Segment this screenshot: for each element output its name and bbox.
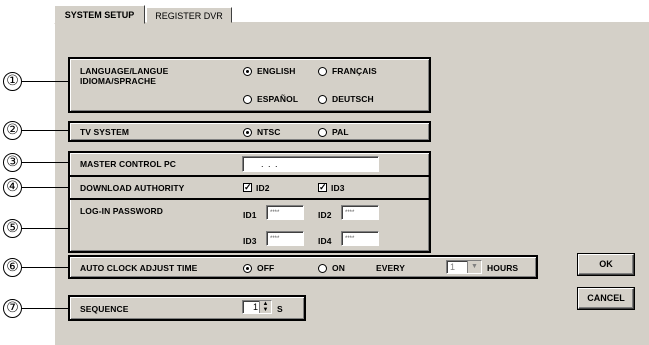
id3-label: ID3 bbox=[243, 236, 257, 246]
cancel-button[interactable]: CANCEL bbox=[578, 288, 634, 309]
sequence-stepper[interactable]: 1 ▲ ▼ bbox=[242, 300, 272, 314]
divider-1 bbox=[70, 175, 429, 177]
language-label: LANGUAGE/LANGUE IDIOMA/SPRACHE bbox=[80, 66, 169, 86]
radio-francais-label: FRANÇAIS bbox=[332, 66, 377, 76]
callout-4: ④ bbox=[3, 178, 22, 197]
password-id4-field[interactable]: **** bbox=[341, 231, 379, 246]
ok-button[interactable]: OK bbox=[578, 254, 634, 275]
callout-7-leader bbox=[22, 308, 68, 309]
auto-clock-label: AUTO CLOCK ADJUST TIME bbox=[80, 263, 198, 273]
radio-clock-off-label: OFF bbox=[257, 263, 275, 273]
password-id2-field[interactable]: **** bbox=[341, 205, 379, 220]
password-id3-field[interactable]: **** bbox=[266, 231, 304, 246]
callout-2: ② bbox=[3, 121, 22, 140]
radio-clock-on[interactable] bbox=[318, 264, 327, 273]
radio-clock-off[interactable] bbox=[243, 264, 252, 273]
checkbox-id2-label: ID2 bbox=[256, 183, 270, 193]
tab-system-setup[interactable]: SYSTEM SETUP bbox=[54, 5, 145, 24]
sequence-value: 1 bbox=[252, 302, 258, 312]
stepper-arrows-icon[interactable]: ▲ ▼ bbox=[259, 301, 271, 313]
checkbox-id2[interactable]: ✓ bbox=[243, 183, 252, 192]
callout-4-leader bbox=[22, 187, 68, 188]
radio-pal[interactable] bbox=[318, 128, 327, 137]
master-control-label: MASTER CONTROL PC bbox=[80, 159, 176, 169]
radio-espanol-label: ESPAÑOL bbox=[257, 94, 299, 104]
login-password-label: LOG-IN PASSWORD bbox=[80, 206, 164, 216]
callout-3: ③ bbox=[3, 153, 22, 172]
callout-7: ⑦ bbox=[3, 299, 22, 318]
sequence-label: SEQUENCE bbox=[80, 304, 129, 314]
radio-english[interactable] bbox=[243, 67, 252, 76]
password-id1-field[interactable]: **** bbox=[266, 205, 304, 220]
sequence-unit: S bbox=[277, 304, 283, 314]
tab-register-dvr[interactable]: REGISTER DVR bbox=[146, 7, 232, 23]
download-authority-label: DOWNLOAD AUTHORITY bbox=[80, 183, 185, 193]
callout-5: ⑤ bbox=[3, 219, 22, 238]
radio-ntsc-label: NTSC bbox=[257, 127, 281, 137]
hours-select-value: 1 bbox=[450, 262, 456, 272]
divider-2 bbox=[70, 198, 429, 200]
hours-label: HOURS bbox=[487, 263, 519, 273]
callout-1-leader bbox=[22, 81, 68, 82]
every-label: EVERY bbox=[376, 263, 406, 273]
callout-1: ① bbox=[3, 72, 22, 91]
callout-5-leader bbox=[22, 228, 68, 229]
tv-system-label: TV SYSTEM bbox=[80, 127, 130, 137]
radio-deutsch-label: DEUTSCH bbox=[332, 94, 374, 104]
id4-label: ID4 bbox=[318, 236, 332, 246]
radio-ntsc[interactable] bbox=[243, 128, 252, 137]
radio-deutsch[interactable] bbox=[318, 95, 327, 104]
radio-francais[interactable] bbox=[318, 67, 327, 76]
callout-3-leader bbox=[22, 162, 68, 163]
radio-clock-on-label: ON bbox=[332, 263, 345, 273]
chevron-down-icon[interactable]: ▼ bbox=[467, 261, 481, 273]
master-control-ip-field[interactable]: . . . bbox=[242, 156, 379, 172]
id2-label: ID2 bbox=[318, 210, 332, 220]
radio-espanol[interactable] bbox=[243, 95, 252, 104]
callout-6-leader bbox=[22, 267, 68, 268]
checkbox-id3[interactable]: ✓ bbox=[318, 183, 327, 192]
id1-label: ID1 bbox=[243, 210, 257, 220]
hours-select[interactable]: 1 ▼ bbox=[446, 260, 482, 274]
callout-6: ⑥ bbox=[3, 258, 22, 277]
callout-2-leader bbox=[22, 130, 68, 131]
radio-pal-label: PAL bbox=[332, 127, 349, 137]
checkbox-id3-label: ID3 bbox=[331, 183, 345, 193]
radio-english-label: ENGLISH bbox=[257, 66, 296, 76]
